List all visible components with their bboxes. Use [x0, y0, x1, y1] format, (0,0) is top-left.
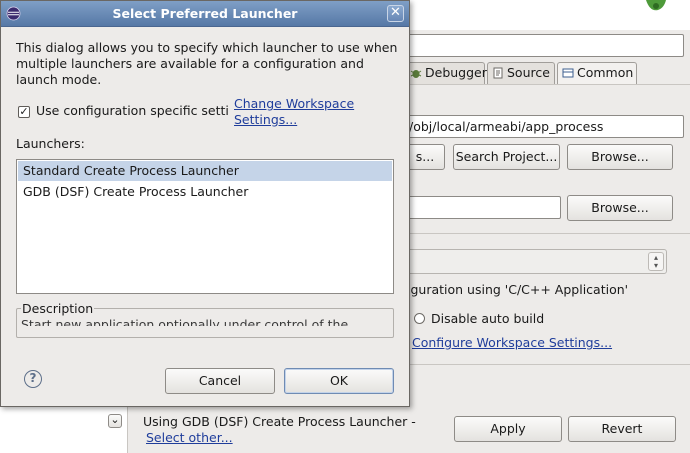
browse-button-partial[interactable]: s... [405, 144, 445, 170]
description-text: Start new application optionally under c… [21, 317, 349, 326]
chevron-down-icon: ⌄ [110, 413, 120, 426]
config-name-input[interactable] [405, 34, 684, 57]
help-glyph: ? [29, 371, 37, 385]
disable-auto-build-label: Disable auto build [431, 311, 545, 326]
apply-button[interactable]: Apply [454, 416, 562, 442]
search-project-button[interactable]: Search Project... [453, 144, 560, 170]
dialog-titlebar[interactable]: Select Preferred Launcher ✕ [1, 1, 409, 27]
tab-label: Debugger [425, 65, 487, 80]
button-label: Revert [601, 421, 643, 436]
browse-project-button[interactable]: Browse... [567, 195, 673, 221]
tab-debugger[interactable]: Debugger [405, 62, 487, 84]
build-config-text: iguration using 'C/C++ Application' [407, 282, 629, 297]
button-label: Cancel [198, 373, 242, 388]
dialog-description-line-1: This dialog allows you to specify which … [16, 40, 398, 55]
button-label: Apply [490, 421, 526, 436]
application-path-value: /obj/local/armeabi/app_process [409, 119, 604, 134]
tab-source[interactable]: Source [487, 62, 555, 84]
select-other-link[interactable]: Select other... [146, 430, 233, 445]
description-text-area: Start new application optionally under c… [21, 314, 361, 326]
project-input[interactable] [405, 196, 561, 219]
close-glyph: ✕ [390, 5, 401, 20]
change-workspace-settings-link-line-1[interactable]: Change Workspace [234, 96, 354, 111]
tab-label: Common [577, 65, 634, 80]
launcher-status-text: Using GDB (DSF) Create Process Launcher … [143, 414, 416, 429]
launchers-label: Launchers: [16, 136, 85, 151]
tab-common[interactable]: Common [557, 62, 637, 84]
tab-label: Source [507, 65, 550, 80]
button-label: Browse... [591, 149, 649, 164]
dialog-title: Select Preferred Launcher [112, 6, 298, 21]
app-logo-icon [646, 0, 666, 11]
list-item[interactable]: GDB (DSF) Create Process Launcher [18, 182, 392, 202]
source-icon [493, 67, 503, 79]
change-workspace-settings-link-line-2[interactable]: Settings... [234, 112, 297, 127]
button-label: Browse... [591, 200, 649, 215]
button-label: Search Project... [455, 149, 558, 164]
scroll-down-button[interactable]: ⌄ [108, 414, 122, 428]
button-label: OK [329, 373, 349, 388]
dialog-description-line-3: launch mode. [16, 72, 102, 87]
list-item[interactable]: Standard Create Process Launcher [18, 161, 392, 181]
button-label: s... [415, 149, 435, 164]
debugger-icon [410, 70, 422, 78]
revert-button[interactable]: Revert [568, 416, 676, 442]
ok-button[interactable]: OK [284, 368, 394, 394]
configure-workspace-link[interactable]: Configure Workspace Settings... [412, 335, 612, 350]
disable-auto-build-radio[interactable] [414, 313, 425, 324]
launchers-list[interactable]: Standard Create Process Launcher GDB (DS… [16, 159, 394, 294]
dialog-description-line-2: multiple launchers are available for a c… [16, 56, 364, 71]
combo-spin-icon: ▴ ▾ [648, 252, 664, 271]
help-icon[interactable]: ? [24, 370, 42, 388]
build-config-combo[interactable]: ▴ ▾ [405, 249, 667, 274]
bottom-separator [405, 364, 690, 365]
close-icon[interactable]: ✕ [387, 5, 404, 22]
cancel-button[interactable]: Cancel [165, 368, 275, 394]
use-config-specific-label: Use configuration specific setti [36, 103, 229, 118]
tab-separator [405, 84, 690, 85]
select-preferred-launcher-dialog: Select Preferred Launcher ✕ This dialog … [0, 0, 410, 407]
application-path-input[interactable]: /obj/local/armeabi/app_process [405, 115, 684, 138]
common-icon [562, 68, 574, 78]
use-config-specific-checkbox[interactable]: ✓ [18, 106, 30, 118]
section-separator [405, 233, 690, 234]
browse-button[interactable]: Browse... [567, 144, 673, 170]
